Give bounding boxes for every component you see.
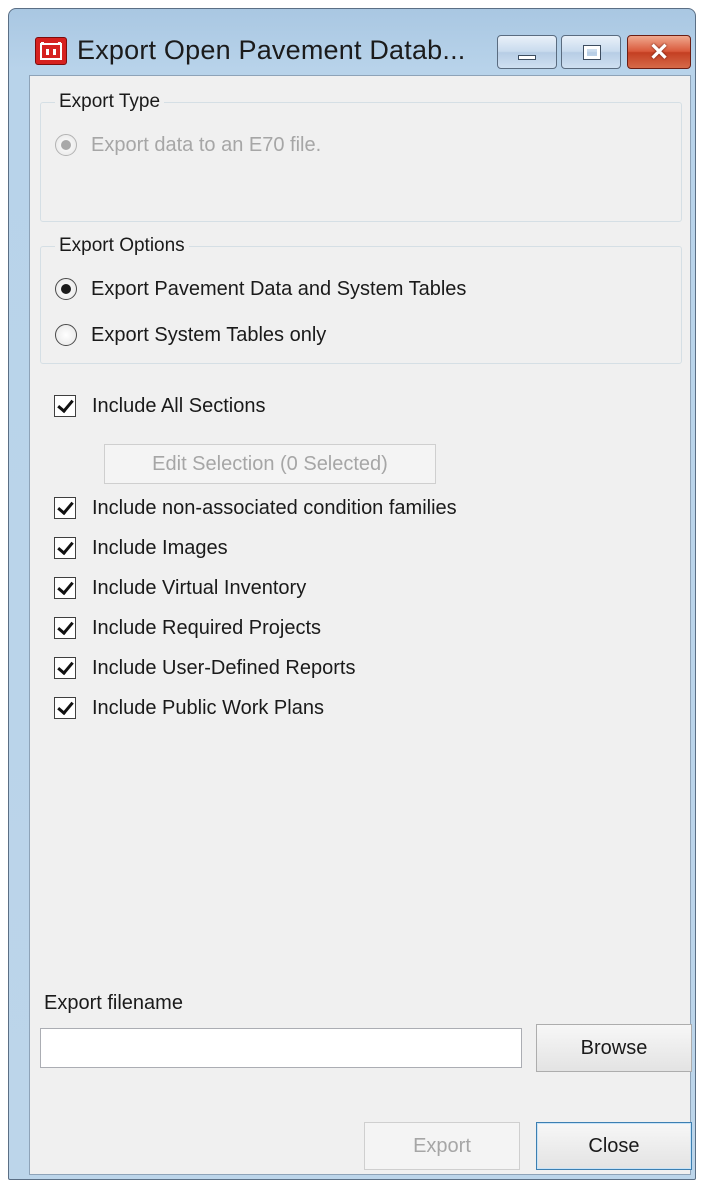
export-pavement-and-system-radio[interactable] xyxy=(55,278,77,300)
include-user-defined-reports-checkbox[interactable] xyxy=(54,657,76,679)
include-non-associated-condition-families-checkbox[interactable] xyxy=(54,497,76,519)
include-public-work-plans-checkbox[interactable] xyxy=(54,697,76,719)
include-virtual-inventory-option[interactable]: Include Virtual Inventory xyxy=(54,574,306,602)
title-bar[interactable]: Export Open Pavement Datab... ✕ xyxy=(9,9,695,79)
include-non-associated-condition-families-label: Include non-associated condition familie… xyxy=(92,496,457,519)
include-images-label: Include Images xyxy=(92,536,228,559)
export-system-only-option[interactable]: Export System Tables only xyxy=(55,321,326,349)
export-pavement-and-system-option[interactable]: Export Pavement Data and System Tables xyxy=(55,275,466,303)
include-public-work-plans-label: Include Public Work Plans xyxy=(92,696,324,719)
usace-castle-icon xyxy=(35,37,67,65)
include-virtual-inventory-label: Include Virtual Inventory xyxy=(92,576,307,599)
export-filename-input[interactable] xyxy=(40,1028,522,1068)
export-options-group: Export Options Export Pavement Data and … xyxy=(40,235,682,364)
export-button[interactable]: Export xyxy=(364,1122,520,1170)
include-all-sections-label: Include All Sections xyxy=(92,394,266,417)
include-required-projects-option[interactable]: Include Required Projects xyxy=(54,614,321,642)
include-required-projects-checkbox[interactable] xyxy=(54,617,76,639)
export-options-legend: Export Options xyxy=(55,235,189,257)
include-user-defined-reports-label: Include User-Defined Reports xyxy=(92,656,356,679)
export-type-legend: Export Type xyxy=(55,91,165,113)
export-system-only-label: Export System Tables only xyxy=(91,323,327,346)
browse-button[interactable]: Browse xyxy=(536,1024,692,1072)
include-required-projects-label: Include Required Projects xyxy=(92,616,322,639)
edit-selection-button[interactable]: Edit Selection (0 Selected) xyxy=(104,444,436,484)
export-e70-label: Export data to an E70 file. xyxy=(91,133,322,156)
include-images-checkbox[interactable] xyxy=(54,537,76,559)
include-public-work-plans-option[interactable]: Include Public Work Plans xyxy=(54,694,324,722)
export-dialog-window: Export Open Pavement Datab... ✕ Export T… xyxy=(8,8,696,1180)
include-non-associated-condition-families-option[interactable]: Include non-associated condition familie… xyxy=(54,494,457,522)
export-filename-label: Export filename xyxy=(44,992,183,1014)
include-images-option[interactable]: Include Images xyxy=(54,534,228,562)
include-all-sections-option[interactable]: Include All Sections xyxy=(54,392,265,420)
export-type-group: Export Type Export data to an E70 file. xyxy=(40,91,682,222)
export-e70-radio[interactable] xyxy=(55,134,77,156)
dialog-client-area: Export Type Export data to an E70 file. … xyxy=(29,75,692,1175)
minimize-icon xyxy=(518,55,536,60)
export-system-only-radio[interactable] xyxy=(55,324,77,346)
minimize-button[interactable] xyxy=(497,35,557,69)
include-virtual-inventory-checkbox[interactable] xyxy=(54,577,76,599)
maximize-icon xyxy=(583,45,601,60)
include-all-sections-checkbox[interactable] xyxy=(54,395,76,417)
close-window-button[interactable]: ✕ xyxy=(627,35,691,69)
close-icon: ✕ xyxy=(648,39,670,66)
close-button[interactable]: Close xyxy=(536,1122,692,1170)
export-pavement-and-system-label: Export Pavement Data and System Tables xyxy=(91,277,467,300)
maximize-button[interactable] xyxy=(561,35,621,69)
include-user-defined-reports-option[interactable]: Include User-Defined Reports xyxy=(54,654,355,682)
export-e70-option[interactable]: Export data to an E70 file. xyxy=(55,131,321,159)
window-title: Export Open Pavement Datab... xyxy=(77,35,466,65)
